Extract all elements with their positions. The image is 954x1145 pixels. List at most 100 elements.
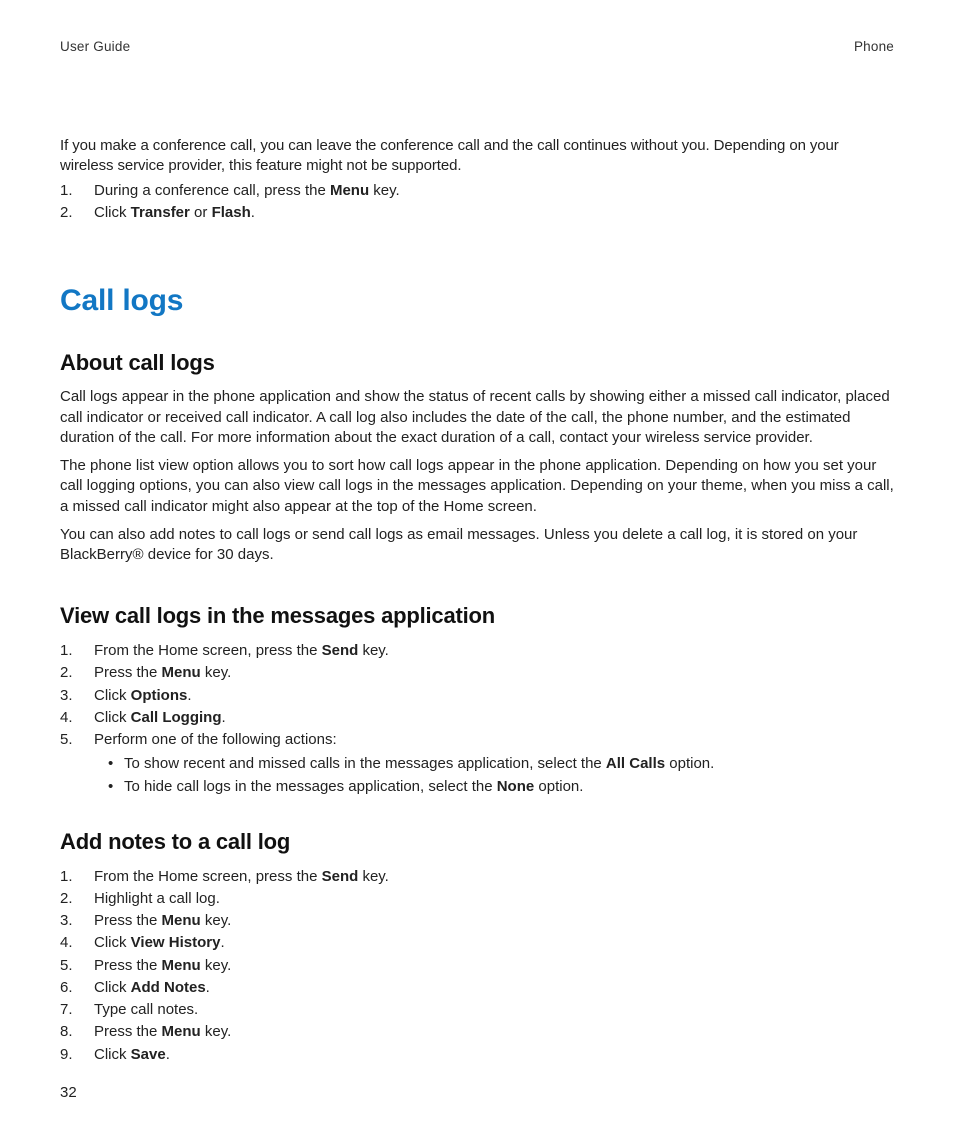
view-step-1: 1. From the Home screen, press the Send k… [60, 641, 894, 661]
step-number: 5. [60, 956, 80, 976]
step-bold: Options [131, 687, 188, 704]
view-step-4: 4. Click Call Logging. [60, 708, 894, 728]
view-step-5: 5.Perform one of the following actions: … [60, 730, 894, 797]
addnotes-step-3: 3. Press the Menu key. [60, 911, 894, 931]
step-bold: Add Notes [131, 979, 206, 996]
step-number: 1. [60, 867, 80, 887]
step-text-pre: Press the [94, 1023, 162, 1040]
intro-step-2: 2. Click Transfer or Flash. [60, 203, 894, 223]
step-text: Perform one of the following actions: [94, 731, 337, 748]
step-bold: Save [131, 1046, 166, 1063]
step-bold: Menu [162, 664, 201, 681]
page-number: 32 [60, 1083, 77, 1103]
step-number: 1. [60, 641, 80, 661]
step-text-pre: Click [94, 934, 131, 951]
bullet-bold: All Calls [606, 755, 665, 772]
step-text-pre: Click [94, 204, 131, 221]
intro-paragraph: If you make a conference call, you can l… [60, 137, 839, 174]
bullet-text-post: option. [665, 755, 714, 772]
addnotes-step-7: 7. Type call notes. [60, 1000, 894, 1020]
subheading-view-call-logs: View call logs in the messages applicati… [60, 601, 894, 631]
step-bold: Menu [330, 182, 369, 199]
step-text-post: . [206, 979, 210, 996]
step-text-mid: or [190, 204, 212, 221]
step-text-post: key. [358, 642, 389, 659]
step-text-pre: Click [94, 687, 131, 704]
step-text-post: key. [358, 868, 389, 885]
step-text-post: key. [201, 1023, 232, 1040]
step-bold: View History [131, 934, 221, 951]
step-text-pre: From the Home screen, press the [94, 642, 322, 659]
step-number: 2. [60, 203, 80, 223]
step-text-post: key. [201, 912, 232, 929]
view-bullet-1: To show recent and missed calls in the m… [94, 754, 894, 774]
step-number: 1. [60, 181, 80, 201]
step-text: Type call notes. [94, 1001, 198, 1018]
addnotes-step-6: 6. Click Add Notes. [60, 978, 894, 998]
header-right: Phone [854, 38, 894, 56]
step-text-post: . [187, 687, 191, 704]
step-text-pre: Press the [94, 664, 162, 681]
intro-steps: 1. During a conference call, press the M… [60, 181, 894, 224]
addnotes-step-4: 4. Click View History. [60, 933, 894, 953]
bullet-bold: None [497, 778, 535, 795]
addnotes-step-5: 5. Press the Menu key. [60, 956, 894, 976]
step-number: 2. [60, 889, 80, 909]
step-text-pre: During a conference call, press the [94, 182, 330, 199]
step-text-pre: Click [94, 1046, 131, 1063]
step-bold: Transfer [131, 204, 190, 221]
step-bold: Call Logging [131, 709, 222, 726]
step-number: 5. [60, 730, 80, 750]
step-number: 4. [60, 708, 80, 728]
step-number: 4. [60, 933, 80, 953]
step-text-post: . [220, 934, 224, 951]
view-bullet-2: To hide call logs in the messages applic… [94, 777, 894, 797]
step-text-pre: Press the [94, 957, 162, 974]
step-text-pre: Press the [94, 912, 162, 929]
addnotes-step-9: 9. Click Save. [60, 1045, 894, 1065]
step-bold: Menu [162, 957, 201, 974]
step-number: 3. [60, 911, 80, 931]
step-text-pre: From the Home screen, press the [94, 868, 322, 885]
intro-step-1: 1. During a conference call, press the M… [60, 181, 894, 201]
step-bold: Menu [162, 912, 201, 929]
step-text-post: . [166, 1046, 170, 1063]
bullet-text-pre: To hide call logs in the messages applic… [124, 778, 497, 795]
addnotes-step-2: 2. Highlight a call log. [60, 889, 894, 909]
step-number: 9. [60, 1045, 80, 1065]
step-text-pre: Click [94, 709, 131, 726]
view-step-3: 3. Click Options. [60, 686, 894, 706]
view-steps: 1. From the Home screen, press the Send k… [60, 641, 894, 797]
step-bold: Menu [162, 1023, 201, 1040]
step-text-pre: Click [94, 979, 131, 996]
step-text-post: key. [201, 957, 232, 974]
about-paragraph-2: The phone list view option allows you to… [60, 456, 894, 517]
step-text: Highlight a call log. [94, 890, 220, 907]
intro-block: If you make a conference call, you can l… [60, 136, 894, 177]
subheading-add-notes: Add notes to a call log [60, 827, 894, 857]
view-step-5-bullets: To show recent and missed calls in the m… [94, 754, 894, 797]
addnotes-steps: 1. From the Home screen, press the Send k… [60, 867, 894, 1065]
page-header: User Guide Phone [60, 38, 894, 56]
step-bold: Send [322, 642, 359, 659]
step-number: 6. [60, 978, 80, 998]
step-bold: Send [322, 868, 359, 885]
about-paragraph-1: Call logs appear in the phone applicatio… [60, 387, 894, 448]
step-bold: Flash [212, 204, 251, 221]
step-number: 2. [60, 663, 80, 683]
step-text-post: . [222, 709, 226, 726]
step-text-post: . [251, 204, 255, 221]
about-paragraph-3: You can also add notes to call logs or s… [60, 525, 894, 566]
step-number: 7. [60, 1000, 80, 1020]
section-title-call-logs: Call logs [60, 281, 894, 322]
addnotes-step-1: 1. From the Home screen, press the Send k… [60, 867, 894, 887]
step-text-post: key. [201, 664, 232, 681]
bullet-text-post: option. [534, 778, 583, 795]
header-left: User Guide [60, 38, 130, 56]
bullet-text-pre: To show recent and missed calls in the m… [124, 755, 606, 772]
subheading-about-call-logs: About call logs [60, 348, 894, 378]
step-text-post: key. [369, 182, 400, 199]
view-step-2: 2. Press the Menu key. [60, 663, 894, 683]
step-number: 8. [60, 1022, 80, 1042]
step-number: 3. [60, 686, 80, 706]
